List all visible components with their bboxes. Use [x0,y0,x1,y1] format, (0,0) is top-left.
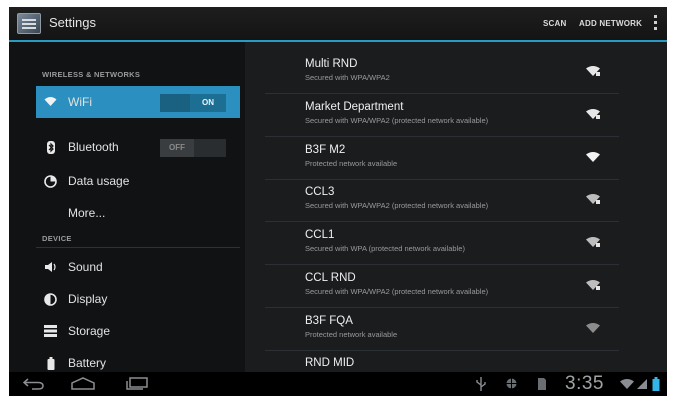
sd-card-icon [538,378,546,390]
section-header-wireless: WIRELESS & NETWORKS [42,70,141,79]
wifi-toggle[interactable]: ON [160,94,226,112]
back-icon[interactable] [23,378,45,390]
device-screen: Settings SCAN ADD NETWORK WIRELESS & NET… [9,7,667,396]
system-bar: 3:35 [9,372,667,396]
network-status: Protected network available [305,330,398,339]
cell-signal-icon [637,379,647,389]
wifi-signal-icon [586,152,600,162]
network-name: CCL3 [305,186,335,198]
sidebar-item-label: Bluetooth [68,140,119,154]
status-clock: 3:35 [565,373,604,394]
list-item-network[interactable]: B3F FQA Protected network available [265,309,619,351]
wifi-signal-locked-icon [586,66,600,76]
battery-icon [44,357,57,370]
sidebar-item-data-usage[interactable]: Data usage [36,165,240,197]
network-status: Secured with WPA/WPA2 (protected network… [305,116,489,125]
wifi-signal-locked-icon [586,280,600,290]
settings-app-icon[interactable] [17,13,41,34]
settings-sidebar: WIRELESS & NETWORKS WiFi ON Bluetooth OF… [9,42,245,372]
toggle-state: ON [190,94,226,112]
sidebar-item-wifi[interactable]: WiFi ON [36,86,240,118]
battery-status-icon [652,377,660,391]
list-item-network[interactable]: CCL RND Secured with WPA/WPA2 (protected… [265,266,619,308]
debug-icon [506,378,517,389]
scan-button[interactable]: SCAN [543,19,566,28]
network-status: Secured with WPA (protected network avai… [305,244,465,253]
wifi-signal-locked-icon [586,237,600,247]
sidebar-item-bluetooth[interactable]: Bluetooth OFF [36,131,240,163]
network-name: CCL1 [305,229,335,241]
wifi-signal-locked-icon [586,109,600,119]
network-name: Multi RND [305,58,358,70]
section-divider [36,247,240,248]
section-header-device: DEVICE [42,234,72,243]
display-icon [44,293,57,306]
sidebar-item-storage[interactable]: Storage [36,315,240,347]
home-icon[interactable] [71,377,95,390]
list-item-network[interactable]: CCL1 Secured with WPA (protected network… [265,223,619,265]
page-title: Settings [49,15,96,30]
bluetooth-toggle[interactable]: OFF [160,139,226,157]
network-status: Secured with WPA/WPA2 [305,73,390,82]
network-name: Market Department [305,101,404,113]
toggle-state: OFF [160,139,194,157]
list-item-network[interactable]: CCL3 Secured with WPA/WPA2 (protected ne… [265,180,619,222]
data-usage-icon [44,175,57,188]
list-item-network[interactable]: Market Department Secured with WPA/WPA2 … [265,95,619,137]
list-item-network[interactable]: RND MID [265,351,619,372]
action-bar: Settings SCAN ADD NETWORK [9,7,667,40]
wifi-network-list: Multi RND Secured with WPA/WPA2 Market D… [245,42,667,372]
wifi-icon [44,96,57,109]
sidebar-item-display[interactable]: Display [36,283,240,315]
network-name: CCL RND [305,272,356,284]
storage-icon [44,325,57,338]
network-status: Protected network available [305,159,398,168]
list-item-network[interactable]: B3F M2 Protected network available [265,138,619,180]
sidebar-item-label: Storage [68,324,111,338]
add-network-button[interactable]: ADD NETWORK [579,19,642,28]
sound-icon [44,261,57,274]
sidebar-item-label: WiFi [68,95,92,109]
wifi-signal-locked-icon [586,194,600,204]
sidebar-item-label: Sound [68,260,103,274]
network-name: B3F M2 [305,144,346,156]
recent-apps-icon[interactable] [125,377,149,390]
overflow-menu-icon[interactable] [654,15,658,33]
sidebar-item-label: More... [68,206,106,220]
wifi-status-icon [620,379,634,389]
sidebar-item-label: Data usage [68,174,130,188]
wifi-signal-weak-icon [586,323,600,333]
list-item-network[interactable]: Multi RND Secured with WPA/WPA2 [265,52,619,94]
sidebar-item-more[interactable]: More... [36,197,240,229]
sidebar-item-label: Display [68,292,108,306]
sidebar-item-sound[interactable]: Sound [36,251,240,283]
network-name: RND MID [305,357,355,369]
network-status: Secured with WPA/WPA2 (protected network… [305,201,489,210]
bluetooth-icon [44,141,57,154]
network-name: B3F FQA [305,315,353,327]
sidebar-item-label: Battery [68,356,107,370]
network-status: Secured with WPA/WPA2 (protected network… [305,287,489,296]
usb-icon [476,377,486,391]
